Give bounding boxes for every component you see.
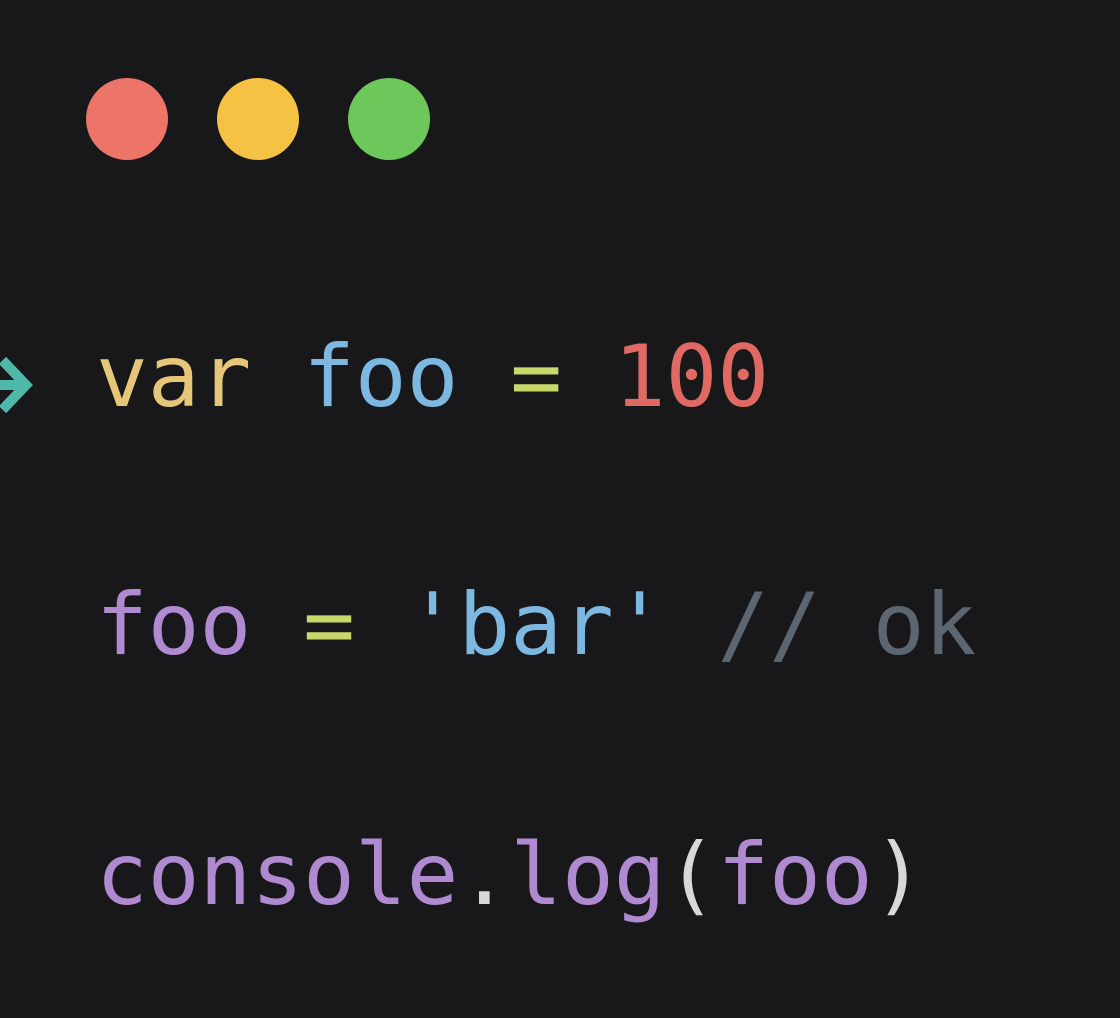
open-paren: ( [665, 825, 718, 925]
code-window: var foo = 100 foo = 'bar' // ok console.… [0, 0, 1120, 1018]
close-paren: ) [872, 825, 925, 925]
code-line-1: var foo = 100 [96, 334, 769, 420]
number-literal: 100 [613, 327, 770, 427]
code-line-2: foo = 'bar' // ok [96, 582, 976, 668]
member-dot: . [458, 825, 511, 925]
argument-foo: foo [717, 825, 873, 925]
string-literal: 'bar' [406, 575, 666, 675]
assignment-operator: = [303, 575, 355, 675]
method-log: log [510, 825, 666, 925]
maximize-window-button[interactable] [348, 78, 430, 160]
assignment-operator: = [510, 327, 563, 427]
arrow-right-icon [0, 356, 33, 414]
comment: // ok [717, 575, 977, 675]
object-console: console [96, 825, 459, 925]
variable-foo: foo [96, 575, 252, 675]
code-editor: var foo = 100 foo = 'bar' // ok console.… [96, 0, 976, 918]
code-line-3: console.log(foo) [96, 832, 924, 918]
identifier-foo: foo [303, 327, 459, 427]
keyword-var: var [96, 327, 252, 427]
